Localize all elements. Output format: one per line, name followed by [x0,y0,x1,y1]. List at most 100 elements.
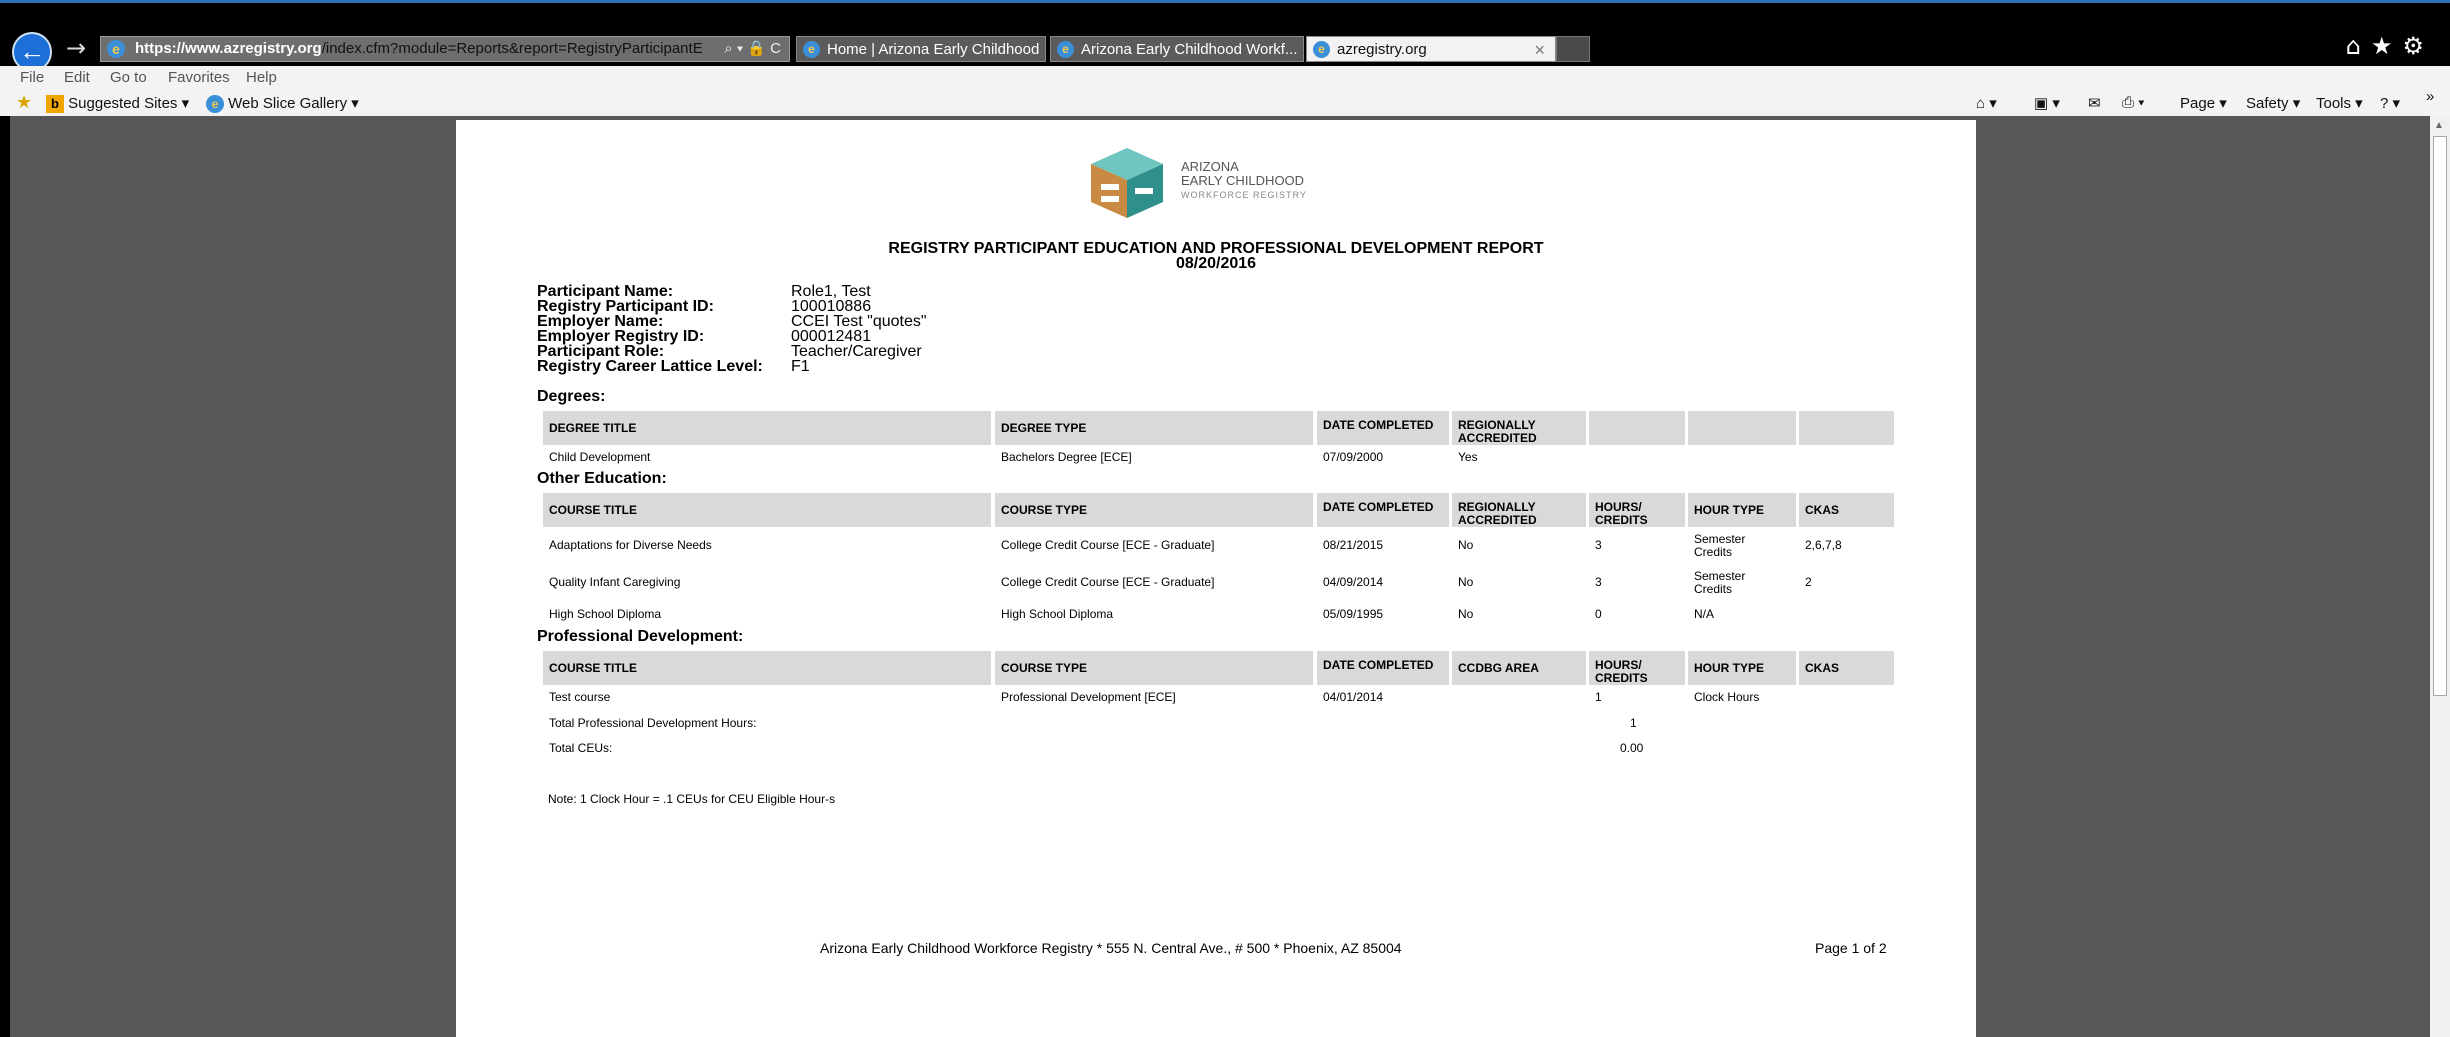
info-label: Participant Name: [537,283,674,300]
table-cell: 3 [1595,575,1602,589]
col-header: DEGREE TYPE [995,411,1313,445]
info-label: Participant Role: [537,343,665,360]
col-header [1799,411,1894,445]
report-date: 08/20/2016 [1175,255,1257,272]
table-cell: Semester Credits [1694,569,1746,596]
tab-workforce[interactable]: e Arizona Early Childhood Workf... [1050,36,1304,62]
table-cell: 0 [1595,607,1602,621]
table-cell: No [1458,607,1474,621]
col-header: COURSE TITLE [543,493,991,527]
tab-label: azregistry.org [1337,41,1427,58]
pd-heading: Professional Development: [537,628,744,645]
info-value: Teacher/Caregiver [791,343,922,360]
vertical-scrollbar[interactable]: ▲ [2430,116,2450,1037]
tab-label: Arizona Early Childhood Workf... [1081,41,1298,58]
favorites-star-icon[interactable]: ★ [2371,32,2403,60]
col-header: DATE COMPLETED [1317,493,1449,527]
title-bar: ← → e https://www.azregistry.org/index.c… [0,0,2450,72]
feeds-icon[interactable]: ▣ ▾ [2034,94,2060,112]
info-value: Role1, Test [791,283,871,300]
logo-line-1: ARIZONA [1181,159,1239,174]
table-cell: 2 [1805,575,1812,589]
info-label: Registry Career Lattice Level: [537,358,763,375]
home-command-icon[interactable]: ⌂ ▾ [1976,94,1997,112]
col-header: REGIONALLY ACCREDITED [1452,411,1586,445]
info-value: 100010886 [791,298,872,315]
col-header: CKAS [1799,493,1894,527]
menu-favorites[interactable]: Favorites [168,69,230,86]
address-tools[interactable]: ⌕ ▾ 🔒 C [724,37,781,61]
table-cell: 07/09/2000 [1323,450,1384,464]
col-header: CKAS [1799,651,1894,685]
tab-home[interactable]: e Home | Arizona Early Childhood [796,36,1046,62]
new-tab-button[interactable] [1556,36,1590,62]
chevron-more-icon[interactable]: » [2426,88,2434,105]
suggested-sites-label: Suggested Sites ▾ [68,95,190,112]
info-value: CCEI Test "quotes" [791,313,927,330]
ie-icon: e [206,95,224,114]
col-header: HOURS/ CREDITS [1589,493,1685,527]
bing-icon: b [46,95,64,114]
scroll-up-icon[interactable]: ▲ [2434,120,2444,131]
table-cell: 04/01/2014 [1323,690,1384,704]
logo-text: ARIZONA EARLY CHILDHOOD WORKFORCE REGIST… [1181,160,1307,202]
address-bar[interactable]: e https://www.azregistry.org/index.cfm?m… [100,36,790,62]
table-cell: Bachelors Degree [ECE] [1001,450,1132,464]
menu-bar: File Edit Go to Favorites Help [0,66,2450,90]
tab-label: Home | Arizona Early Childhood [827,41,1040,58]
suggested-sites[interactable]: b Suggested Sites ▾ [46,94,190,114]
table-cell: College Credit Course [ECE - Graduate] [1001,538,1215,552]
table-cell: High School Diploma [549,607,662,621]
safety-menu[interactable]: Safety ▾ [2246,94,2300,112]
table-cell: High School Diploma [1001,607,1114,621]
col-header: DEGREE TITLE [543,411,991,445]
table-cell: Clock Hours [1694,690,1760,704]
table-cell: Test course [549,690,611,704]
page-menu[interactable]: Page ▾ [2180,94,2227,112]
report-note: Note: 1 Clock Hour = .1 CEUs for CEU Eli… [548,792,836,806]
menu-file[interactable]: File [20,69,44,86]
table-cell: 08/21/2015 [1323,538,1384,552]
favorites-bar: ★ b Suggested Sites ▾ e Web Slice Galler… [0,88,2450,117]
home-icon[interactable]: ⌂ [2346,32,2371,60]
logo-line-2: EARLY CHILDHOOD [1181,173,1305,188]
favorites-star-icon[interactable]: ★ [16,92,32,113]
info-label: Employer Registry ID: [537,328,705,345]
col-header: REGIONALLY ACCREDITED [1452,493,1586,527]
col-header: DATE COMPLETED [1317,411,1449,445]
report-footer: Arizona Early Childhood Workforce Regist… [820,940,1402,956]
menu-help[interactable]: Help [246,69,277,86]
col-header: HOUR TYPE [1688,651,1796,685]
url-host: https://www.azregistry.org [135,40,322,57]
report-page: ARIZONA EARLY CHILDHOOD WORKFORCE REGIST… [456,120,1976,1037]
ie-tab-icon: e [1313,41,1330,58]
print-icon[interactable]: ⎙ ▾ [2122,94,2144,111]
table-cell: College Credit Course [ECE - Graduate] [1001,575,1215,589]
ie-page-icon: e [107,40,125,58]
window-accent [0,0,2450,3]
info-label: Employer Name: [537,313,664,330]
scroll-thumb[interactable] [2433,136,2447,696]
gear-icon[interactable]: ⚙ [2402,32,2434,60]
table-cell: 05/09/1995 [1323,607,1384,621]
total-ceus-label: Total CEUs: [549,741,613,755]
table-cell: 3 [1595,538,1602,552]
menu-goto[interactable]: Go to [110,69,147,86]
total-hours-label: Total Professional Development Hours: [549,716,757,730]
tools-menu[interactable]: Tools ▾ [2316,94,2363,112]
forward-button[interactable]: → [66,34,86,62]
menu-edit[interactable]: Edit [64,69,90,86]
col-header: COURSE TYPE [995,651,1313,685]
degrees-heading: Degrees: [537,388,606,405]
ie-tab-icon: e [1057,41,1074,58]
logo-line-3: WORKFORCE REGISTRY [1181,190,1307,200]
col-header: DATE COMPLETED [1317,651,1449,685]
table-cell: No [1458,538,1474,552]
tab-azregistry[interactable]: e azregistry.org × [1306,36,1556,62]
col-header: COURSE TYPE [995,493,1313,527]
mail-icon[interactable]: ✉ [2088,94,2101,112]
help-icon[interactable]: ? ▾ [2380,94,2400,112]
close-tab-icon[interactable]: × [1534,37,1545,61]
web-slice-gallery[interactable]: e Web Slice Gallery ▾ [206,94,359,114]
table-cell: 2,6,7,8 [1805,538,1842,552]
